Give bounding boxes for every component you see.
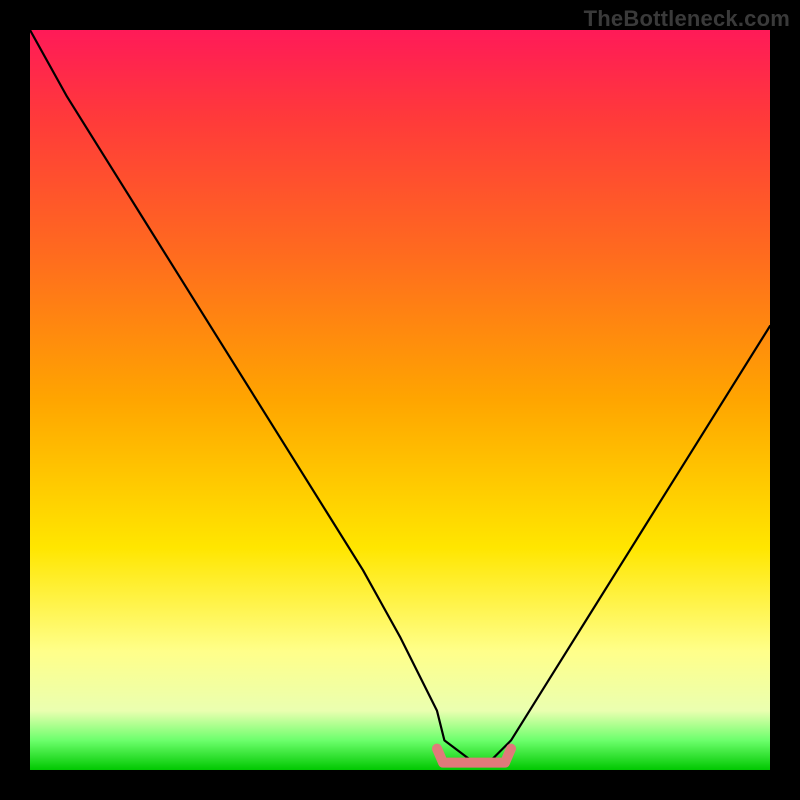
chart-svg: [30, 30, 770, 770]
bottleneck-curve: [30, 30, 770, 763]
watermark-text: TheBottleneck.com: [584, 6, 790, 32]
chart-container: TheBottleneck.com: [0, 0, 800, 800]
plot-area: [30, 30, 770, 770]
